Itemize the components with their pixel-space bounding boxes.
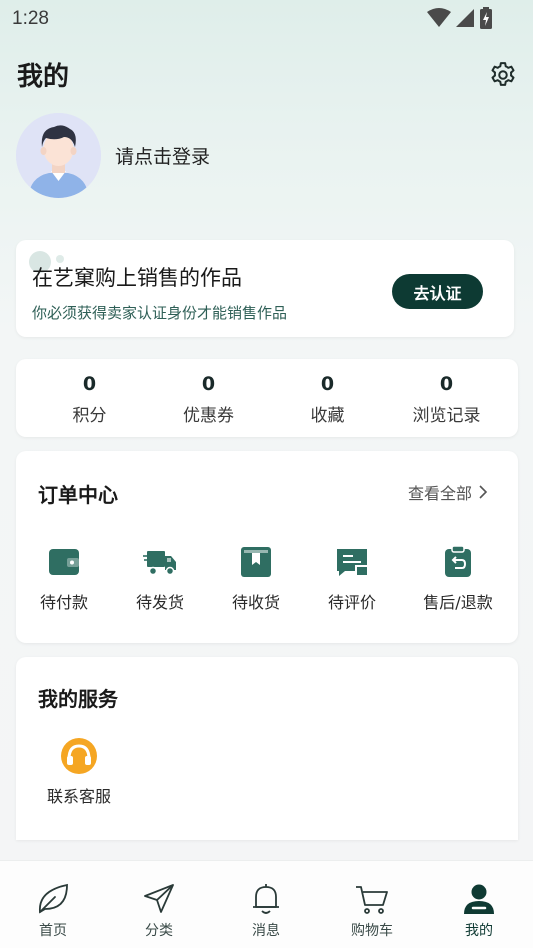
stat-value: 0 [320, 373, 335, 395]
stat-value: 0 [439, 373, 454, 395]
page-title: 我的 [17, 62, 70, 92]
battery-icon [480, 7, 492, 29]
certify-button[interactable]: 去认证 [392, 274, 483, 309]
order-label: 售后/退款 [423, 593, 493, 612]
my-services-title: 我的服务 [38, 687, 118, 711]
tab-label: 首页 [39, 923, 67, 939]
stat-label: 优惠券 [183, 406, 234, 426]
seller-subtitle: 你必须获得卖家认证身份才能销售作品 [32, 304, 288, 322]
tab-label: 分类 [145, 923, 173, 939]
stat-points[interactable]: 0 积分 [30, 359, 149, 437]
stat-label: 收藏 [310, 406, 345, 426]
tab-messages[interactable]: 消息 [213, 861, 319, 948]
tab-mine[interactable]: 我的 [426, 861, 532, 948]
bell-icon [253, 884, 279, 914]
refund-icon [445, 545, 471, 577]
wallet-icon [49, 549, 79, 575]
tab-label: 消息 [252, 923, 280, 939]
avatar[interactable] [16, 112, 101, 198]
order-pending-payment[interactable]: 待付款 [14, 545, 114, 613]
stat-label: 浏览记录 [412, 406, 481, 426]
order-pending-shipment[interactable]: 待发货 [110, 545, 210, 613]
service-label: 联系客服 [46, 787, 111, 806]
review-icon [337, 549, 367, 576]
view-all-label: 查看全部 [408, 484, 473, 503]
stat-value: 0 [82, 373, 97, 395]
chevron-right-icon [479, 485, 488, 499]
order-label: 待评价 [327, 593, 376, 612]
tab-category[interactable]: 分类 [106, 861, 212, 948]
stat-favorites[interactable]: 0 收藏 [268, 359, 387, 437]
my-services-card: 我的服务 联系客服 [16, 657, 518, 840]
status-time: 1:28 [12, 8, 49, 29]
gear-icon[interactable] [488, 60, 518, 90]
tab-label: 我的 [465, 923, 493, 939]
order-status-list: 待付款 待发货 待收货 待评价 售后/退款 [16, 545, 518, 615]
tab-home[interactable]: 首页 [0, 861, 106, 948]
login-prompt[interactable]: 请点击登录 [115, 142, 210, 169]
send-icon [144, 884, 174, 913]
stats-card: 0 积分 0 优惠券 0 收藏 0 浏览记录 [16, 359, 518, 437]
order-label: 待付款 [39, 593, 88, 612]
bottom-tab-bar: 首页 分类 消息 购物车 我的 [0, 860, 533, 948]
user-icon [464, 884, 494, 914]
headset-icon [61, 738, 97, 774]
tab-cart[interactable]: 购物车 [319, 861, 425, 948]
contact-support[interactable]: 联系客服 [34, 737, 124, 807]
order-label: 待发货 [135, 593, 184, 612]
leaf-icon [39, 883, 68, 914]
signal-icon [456, 9, 474, 27]
seller-title: 在艺窠购上销售的作品 [32, 266, 242, 290]
truck-icon [143, 551, 176, 576]
order-center-card: 订单中心 查看全部 待付款 待发货 待收货 待评价 售后/退款 [16, 451, 518, 643]
order-center-title: 订单中心 [38, 483, 118, 507]
stat-label: 积分 [72, 406, 107, 426]
tab-label: 购物车 [351, 923, 393, 939]
cart-icon [356, 886, 388, 914]
order-after-sales[interactable]: 售后/退款 [408, 545, 508, 613]
order-pending-receipt[interactable]: 待收货 [206, 545, 306, 613]
order-pending-review[interactable]: 待评价 [302, 545, 402, 613]
default-avatar-icon [16, 112, 101, 198]
stat-value: 0 [201, 373, 216, 395]
profile-login[interactable]: 请点击登录 [16, 112, 416, 198]
seller-certification-card: 在艺窠购上销售的作品 你必须获得卖家认证身份才能销售作品 去认证 [16, 240, 514, 337]
box-icon [241, 547, 271, 577]
stat-coupons[interactable]: 0 优惠券 [149, 359, 268, 437]
view-all-orders-link[interactable]: 查看全部 [408, 480, 488, 504]
wifi-icon [427, 8, 451, 27]
order-label: 待收货 [231, 593, 280, 612]
status-bar: 1:28 [0, 0, 533, 36]
stat-history[interactable]: 0 浏览记录 [387, 359, 506, 437]
status-icons [427, 7, 493, 29]
